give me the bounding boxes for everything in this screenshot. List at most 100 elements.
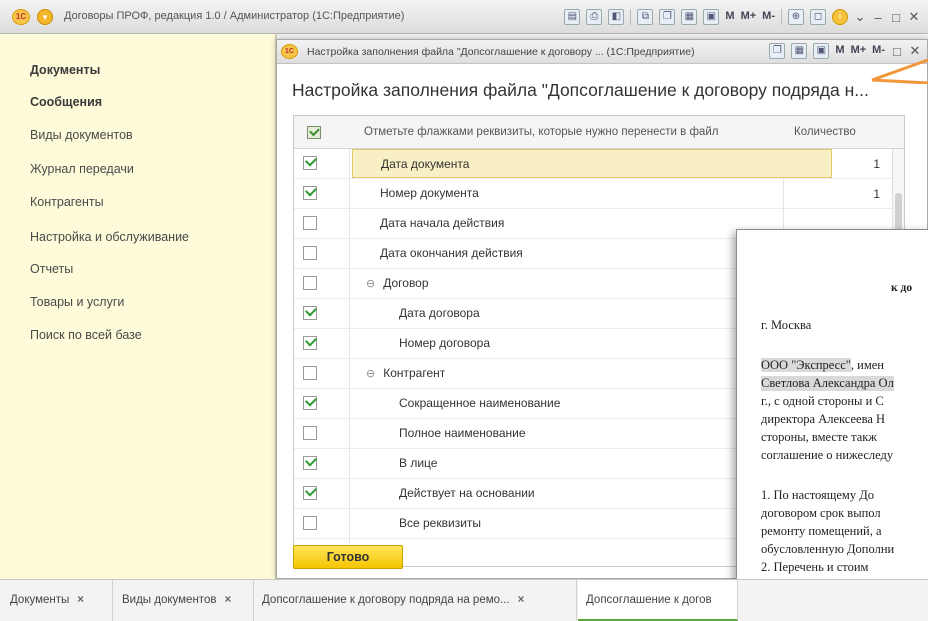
row-checkbox[interactable] (303, 336, 317, 350)
column-header-quantity[interactable]: Количество (794, 126, 856, 138)
row-checkbox[interactable] (303, 396, 317, 410)
tab-supplement-2[interactable]: Допсоглашение к догов (578, 580, 738, 621)
document-preview: к до г. Москва ООО "Экспресс", имен Светло… (736, 229, 928, 621)
copy-icon[interactable]: ❐ (659, 9, 676, 25)
row-label: Контрагент (383, 366, 446, 380)
tab-document-types[interactable]: Виды документов × (113, 580, 254, 621)
document-line: г. Москва (761, 318, 812, 332)
row-name-cell[interactable]: Действует на основании (352, 479, 772, 508)
memory-plus-button[interactable]: M+ (851, 43, 867, 59)
row-name-cell[interactable]: Дата документа (352, 149, 832, 178)
row-checkbox[interactable] (303, 426, 317, 440)
row-checkbox[interactable] (303, 366, 317, 380)
calendar-icon[interactable]: ▣ (703, 9, 720, 25)
row-name-cell[interactable]: Сокращенное наименование (352, 389, 772, 418)
sidebar-item-counterparties[interactable]: Контрагенты (30, 195, 104, 209)
memory-button[interactable]: M (725, 9, 734, 25)
row-label: Номер договора (399, 336, 490, 350)
close-icon[interactable]: ✕ (908, 9, 920, 25)
memory-button[interactable]: M (835, 43, 844, 59)
row-name-cell[interactable]: Номер договора (352, 329, 772, 358)
document-heading: к до (891, 282, 913, 294)
row-label: Сокращенное наименование (399, 396, 561, 410)
titlebar-tools: ▤ ⎙ ◧ ⧉ ❐ ▦ ▣ M M+ M- ⊕ ◻ i ⌄ – □ ✕ (564, 7, 920, 27)
copy-icon[interactable]: ❐ (769, 43, 786, 59)
check-all-icon[interactable] (307, 126, 321, 139)
main-menu-button[interactable]: ▾ (37, 9, 53, 25)
table-row[interactable]: Номер документа 1 (294, 179, 892, 209)
tab-close-icon[interactable]: × (224, 594, 231, 606)
column-header-name[interactable]: Отметьте флажками реквизиты, которые нуж… (364, 126, 718, 138)
info-icon[interactable]: i (832, 9, 848, 25)
row-checkbox[interactable] (303, 486, 317, 500)
row-label: Дата договора (399, 306, 480, 320)
sidebar-item-documents[interactable]: Документы (30, 63, 100, 77)
tab-close-icon[interactable]: × (518, 594, 525, 606)
window-title: Договоры ПРОФ, редакция 1.0 / Администра… (64, 10, 405, 22)
sidebar-item-messages[interactable]: Сообщения (30, 95, 102, 109)
row-checkbox[interactable] (303, 186, 317, 200)
row-name-cell[interactable]: ⊖ Контрагент (352, 359, 772, 388)
print-icon[interactable]: ⎙ (586, 9, 603, 25)
collapse-group-icon[interactable]: ⊖ (366, 368, 375, 380)
dialog-titlebar: 1С Настройка заполнения файла "Допсоглаш… (277, 40, 927, 64)
document-line: директора Алексеева Н (761, 412, 886, 426)
window-icon[interactable]: ◻ (810, 9, 826, 25)
calendar-icon[interactable]: ▣ (813, 43, 830, 59)
row-name-cell[interactable]: Дата окончания действия (352, 239, 772, 268)
tab-close-icon[interactable]: × (77, 594, 84, 606)
tab-documents[interactable]: Документы × (0, 580, 113, 621)
row-label: Полное наименование (399, 426, 526, 440)
row-name-cell[interactable]: Полное наименование (352, 419, 772, 448)
sidebar-item-goods-services[interactable]: Товары и услуги (30, 295, 124, 309)
maximize-icon[interactable]: □ (890, 10, 902, 25)
document-line: соглашение о нижеследу (761, 448, 894, 462)
sidebar-item-transfer-log[interactable]: Журнал передачи (30, 162, 134, 176)
row-name-cell[interactable]: Номер документа (352, 179, 772, 208)
tab-label: Допсоглашение к договору подряда на ремо… (262, 594, 510, 606)
row-checkbox[interactable] (303, 156, 317, 170)
row-label: Все реквизиты (399, 516, 482, 530)
row-label: Действует на основании (399, 486, 535, 500)
row-checkbox[interactable] (303, 516, 317, 530)
row-checkbox[interactable] (303, 276, 317, 290)
collapse-group-icon[interactable]: ⊖ (366, 278, 375, 290)
document-line: договором срок выпол (761, 506, 881, 520)
sidebar-item-document-types[interactable]: Виды документов (30, 128, 133, 142)
table-row[interactable]: Дата документа 1 (294, 149, 892, 179)
save-icon[interactable]: ▤ (564, 9, 581, 25)
zoom-icon[interactable]: ⊕ (788, 9, 804, 25)
minimize-icon[interactable]: – (872, 10, 884, 25)
row-name-cell[interactable]: В лице (352, 449, 772, 478)
tab-supplement-1[interactable]: Допсоглашение к договору подряда на ремо… (254, 580, 577, 621)
ready-button[interactable]: Готово (293, 545, 403, 569)
row-checkbox[interactable] (303, 306, 317, 320)
row-name-cell[interactable]: Все реквизиты (352, 509, 772, 538)
table-header: Отметьте флажками реквизиты, которые нуж… (294, 116, 904, 149)
sections-sidebar: Документы Сообщения Виды документов Журн… (0, 34, 276, 579)
row-checkbox[interactable] (303, 246, 317, 260)
sidebar-item-reports[interactable]: Отчеты (30, 262, 73, 276)
calculator-icon[interactable]: ▦ (681, 9, 698, 25)
row-checkbox[interactable] (303, 216, 317, 230)
document-line: г., с одной стороны и С (761, 394, 884, 408)
document-line: ООО "Экспресс", имен (761, 358, 884, 372)
sidebar-item-settings[interactable]: Настройка и обслуживание (30, 230, 189, 244)
clipboard-icon[interactable]: ⧉ (637, 9, 654, 25)
document-line: стороны, вместе такж (761, 430, 877, 444)
sidebar-item-search-all[interactable]: Поиск по всей базе (30, 328, 142, 342)
dropdown-icon[interactable]: ⌄ (854, 9, 866, 25)
row-checkbox[interactable] (303, 456, 317, 470)
main-titlebar: 1С ▾ Договоры ПРОФ, редакция 1.0 / Админ… (0, 0, 928, 34)
memory-plus-button[interactable]: M+ (741, 9, 757, 25)
tab-label: Виды документов (122, 594, 217, 606)
row-name-cell[interactable]: Дата начала действия (352, 209, 772, 238)
memory-minus-button[interactable]: M- (762, 9, 775, 25)
tab-label: Документы (10, 594, 70, 606)
document-line: ремонту помещений, а (761, 524, 882, 538)
calculator-icon[interactable]: ▦ (791, 43, 808, 59)
row-label: Дата документа (381, 157, 470, 171)
row-name-cell[interactable]: Дата договора (352, 299, 772, 328)
row-name-cell[interactable]: ⊖ Договор (352, 269, 772, 298)
preview-icon[interactable]: ◧ (608, 9, 625, 25)
